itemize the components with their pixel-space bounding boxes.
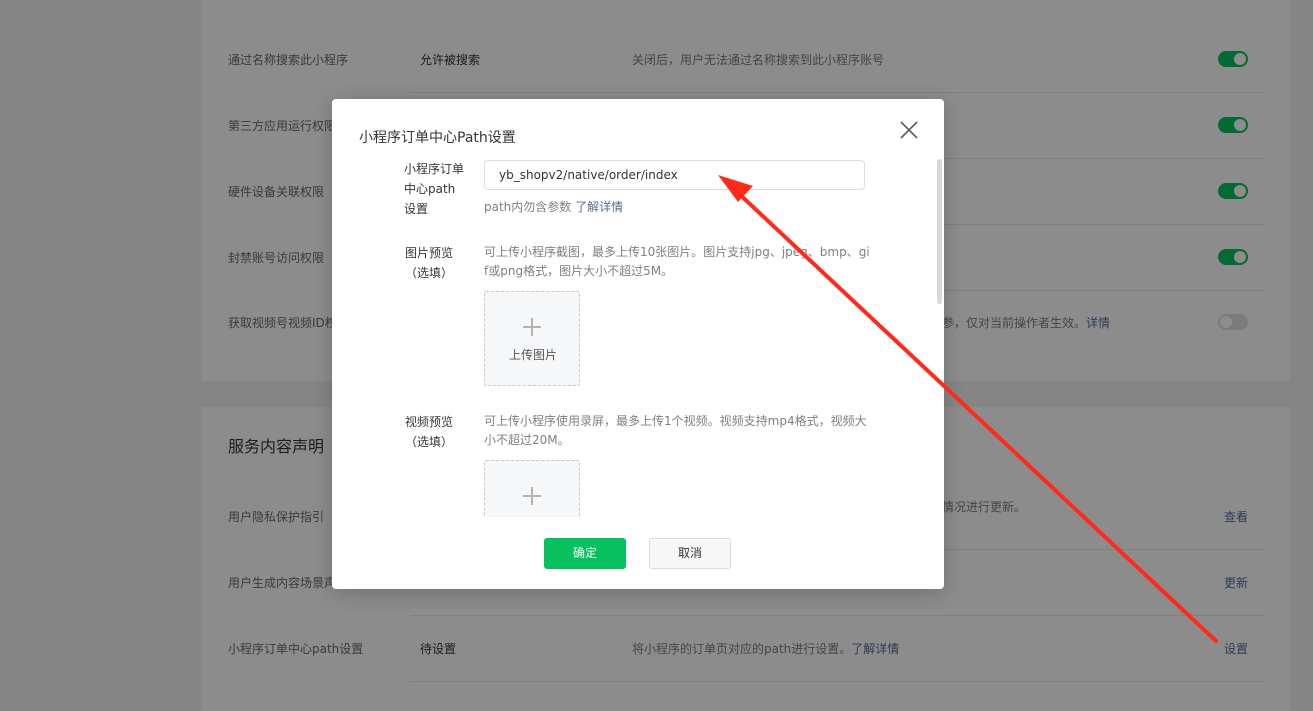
image-upload-hint: 可上传小程序截图，最多上传10张图片。图片支持jpg、jpeg、bmp、gi f… bbox=[484, 245, 870, 278]
learn-more-link[interactable]: 了解详情 bbox=[575, 200, 623, 214]
cancel-button[interactable]: 取消 bbox=[649, 538, 731, 569]
image-preview-label: 图片预览 （选填） bbox=[404, 246, 453, 280]
upload-image-label: 上传图片 bbox=[508, 348, 557, 362]
video-preview-label: 视频预览 （选填） bbox=[404, 415, 453, 449]
plus-icon bbox=[523, 487, 541, 505]
dialog-scrollbar[interactable] bbox=[937, 159, 942, 304]
plus-icon bbox=[523, 318, 541, 336]
video-upload-hint: 可上传小程序使用录屏，最多上传1个视频。视频支持mp4格式，视频大 小不超过20… bbox=[484, 414, 867, 447]
path-field-label: 小程序订单 中心path 设置 bbox=[404, 162, 465, 216]
video-upload-button[interactable] bbox=[484, 460, 580, 517]
image-upload-button[interactable]: 上传图片 bbox=[484, 291, 580, 386]
dialog-body[interactable]: 小程序订单 中心path 设置 yb_shopv2/native/order/i… bbox=[332, 157, 944, 517]
dialog-title: 小程序订单中心Path设置 bbox=[359, 130, 516, 146]
path-input[interactable]: yb_shopv2/native/order/index bbox=[484, 160, 865, 190]
order-path-dialog: 小程序订单中心Path设置 小程序订单 中心path 设置 yb_shopv2/… bbox=[332, 99, 944, 589]
path-hint: path内勿含参数 了解详情 bbox=[484, 200, 624, 214]
confirm-button[interactable]: 确定 bbox=[544, 538, 626, 569]
close-icon[interactable] bbox=[898, 119, 920, 141]
